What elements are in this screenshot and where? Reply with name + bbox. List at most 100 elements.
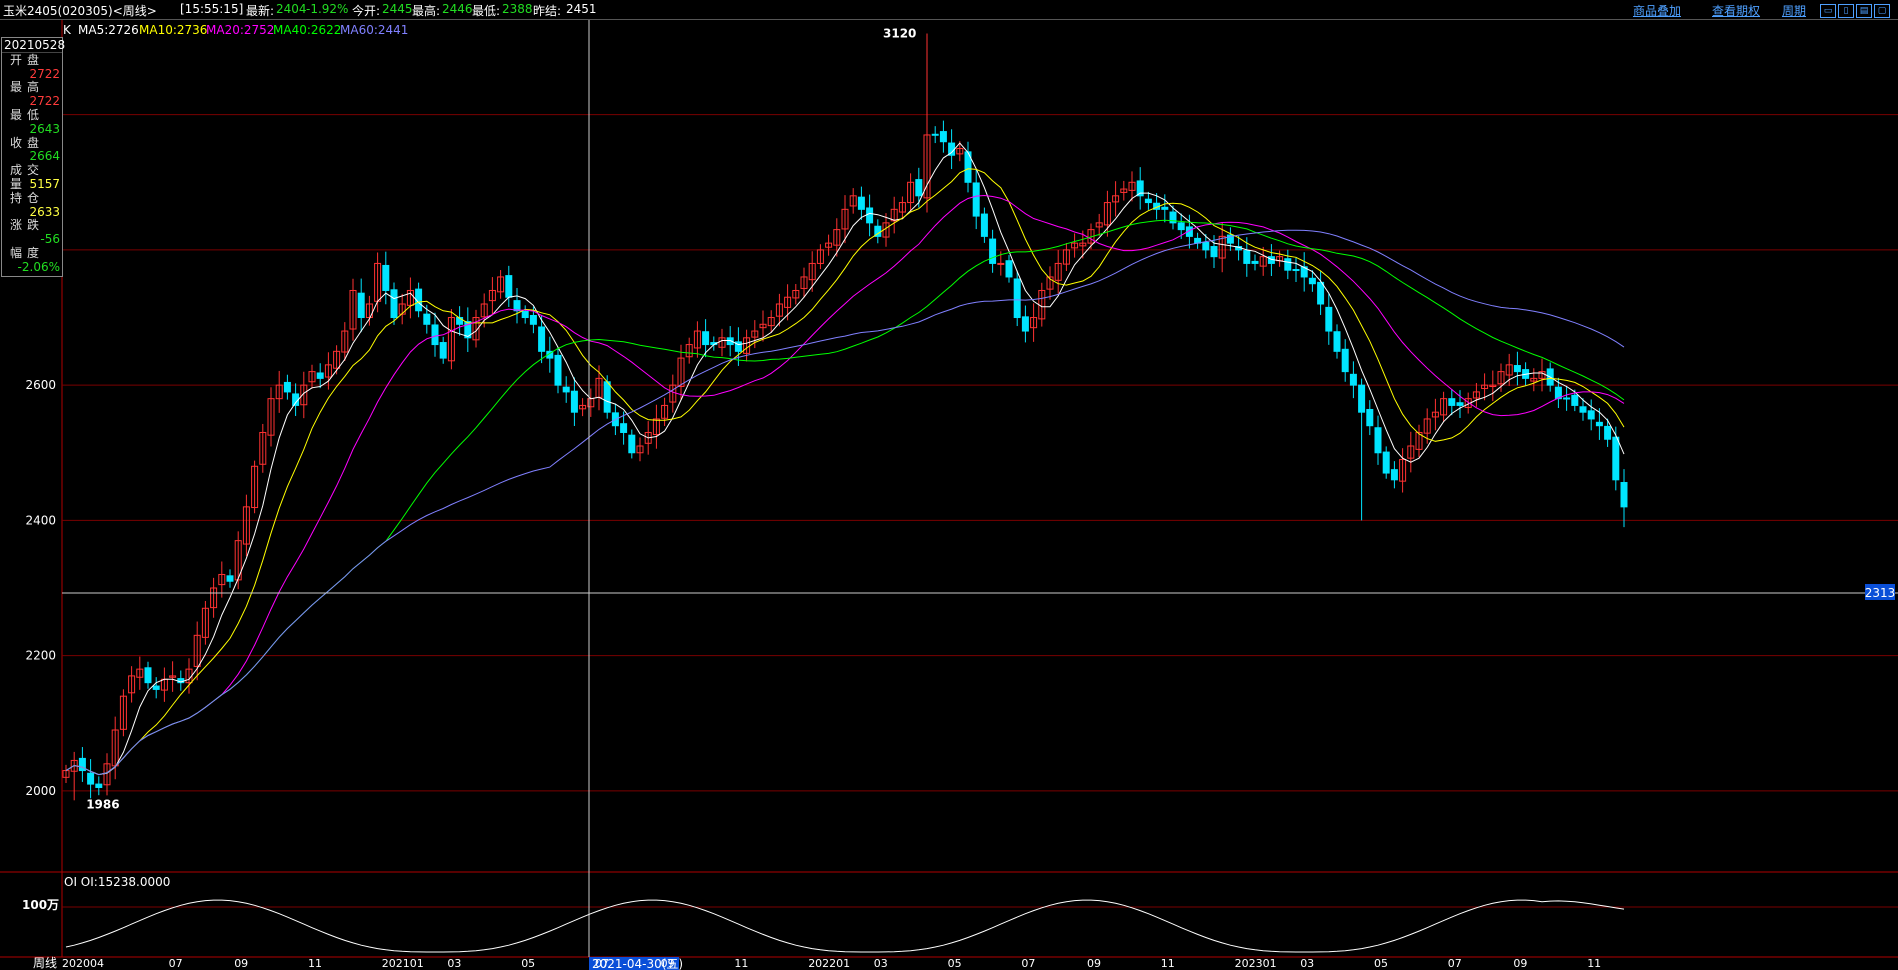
candle-body	[87, 772, 95, 785]
candle-body	[915, 179, 923, 197]
candle-body	[603, 381, 611, 413]
x-tick-label: 202101	[382, 957, 424, 970]
candle-body	[1177, 222, 1185, 231]
candle-body	[931, 133, 939, 136]
x-tick-label: 05	[948, 957, 962, 970]
x-tick-label: 09	[1513, 957, 1527, 970]
x-tick-label: 202201	[808, 957, 850, 970]
candle-body	[866, 207, 874, 224]
candle-body	[431, 324, 439, 346]
candle-body	[1251, 260, 1259, 264]
price-grid	[62, 114, 1898, 908]
info-value: -56	[40, 232, 60, 247]
candle-body	[144, 667, 152, 684]
info-label: 最高	[10, 80, 45, 95]
x-tick-label: 09	[234, 957, 248, 970]
candle-body	[1243, 250, 1251, 264]
kline-chart[interactable]: 2000220024002600 31201986 23132021-04-30…	[0, 0, 1898, 970]
x-tick-label: 11	[308, 957, 322, 970]
info-value: 2664	[29, 149, 60, 164]
candle-body	[1005, 260, 1013, 278]
candle-body	[1341, 348, 1349, 373]
candle-body	[1612, 436, 1620, 481]
candle-body	[997, 262, 1005, 265]
info-value: 2643	[29, 121, 60, 136]
y-tick-label: 2000	[25, 784, 56, 798]
oi-axis-label: 100万	[22, 898, 59, 912]
x-tick-label: 202004	[62, 957, 104, 970]
info-value: -2.06%	[17, 259, 60, 274]
candle-body	[562, 386, 570, 393]
candle-body	[1210, 246, 1218, 258]
annotation-label: 3120	[883, 27, 916, 41]
candle-body	[1325, 306, 1333, 332]
ma-legend: K MA5:2726 MA10:2736 MA20:2752 MA40:2622…	[63, 23, 408, 37]
legend-ma60: MA60:2441	[340, 23, 408, 37]
candle-body	[283, 381, 291, 393]
candle-body	[1144, 198, 1152, 204]
oi-labels: OI OI:15238.0000 100万 周线	[22, 875, 170, 970]
oi-label: OI OI:15238.0000	[64, 875, 170, 889]
x-tick-label: 03	[1300, 957, 1314, 970]
candle-body	[95, 783, 103, 788]
x-tick-label: 07	[1448, 957, 1462, 970]
candle-body	[1513, 365, 1521, 373]
candle-body	[570, 390, 578, 413]
candle-body	[1366, 408, 1374, 427]
x-tick-label: 07	[1021, 957, 1035, 970]
candle-body	[529, 314, 537, 325]
legend-ma20: MA20:2752	[206, 23, 274, 37]
candle-body	[1202, 241, 1210, 251]
candle-body	[1579, 406, 1587, 413]
candle-body	[1382, 451, 1390, 474]
oi-line	[65, 899, 1625, 953]
candle-body	[1161, 206, 1169, 210]
crosshair-price: 2313	[1865, 586, 1896, 600]
candle-body	[1390, 469, 1398, 481]
x-tick-label: 202301	[1235, 957, 1277, 970]
x-tick-label: 03	[447, 957, 461, 970]
candle-body	[1563, 397, 1571, 400]
candle-body	[972, 182, 980, 217]
x-tick-label: 05	[521, 957, 535, 970]
candle-body	[505, 275, 513, 298]
ma20-line	[65, 194, 1625, 776]
x-tick-label: 05	[1374, 957, 1388, 970]
candle-body	[1571, 394, 1579, 406]
candle-body	[939, 131, 947, 143]
x-tick-label: 07	[595, 957, 609, 970]
info-label: 最低	[10, 107, 45, 122]
info-value: 2722	[29, 66, 60, 81]
candle-body	[423, 313, 431, 325]
bar-info-panel: 20210528 开盘 2722 最高 2722 最低 2643 收盘 2664 成交量 5157 持…	[1, 37, 65, 277]
candle-body	[1349, 373, 1357, 386]
oi-subchart	[65, 899, 1625, 953]
candle-body	[1374, 427, 1382, 454]
candle-body	[1620, 482, 1628, 508]
legend-k: K	[63, 23, 72, 37]
x-tick-label: 09	[1087, 957, 1101, 970]
candle-body	[1013, 278, 1021, 319]
candle-body	[152, 685, 160, 690]
candle-body	[226, 575, 234, 582]
x-tick-label: 11	[734, 957, 748, 970]
ma60-line	[65, 229, 1625, 776]
info-label: 开盘	[10, 52, 45, 67]
candle-body	[1292, 269, 1300, 272]
x-tick-label: 11	[1587, 957, 1601, 970]
candle-body	[554, 354, 562, 386]
candle-body	[439, 342, 447, 359]
period-label: 周线	[33, 956, 57, 970]
y-tick-label: 2200	[25, 649, 56, 663]
candle-body	[989, 238, 997, 264]
candle-body	[357, 292, 365, 319]
candle-body	[1604, 425, 1612, 440]
candle-body	[857, 196, 865, 210]
candle-body	[1358, 384, 1366, 413]
info-label: 涨跌	[10, 218, 45, 233]
candle-body	[1587, 410, 1595, 420]
candle-body	[382, 264, 390, 291]
candle-body	[620, 423, 628, 433]
legend-ma10: MA10:2736	[139, 23, 207, 37]
legend-ma40: MA40:2622	[273, 23, 341, 37]
